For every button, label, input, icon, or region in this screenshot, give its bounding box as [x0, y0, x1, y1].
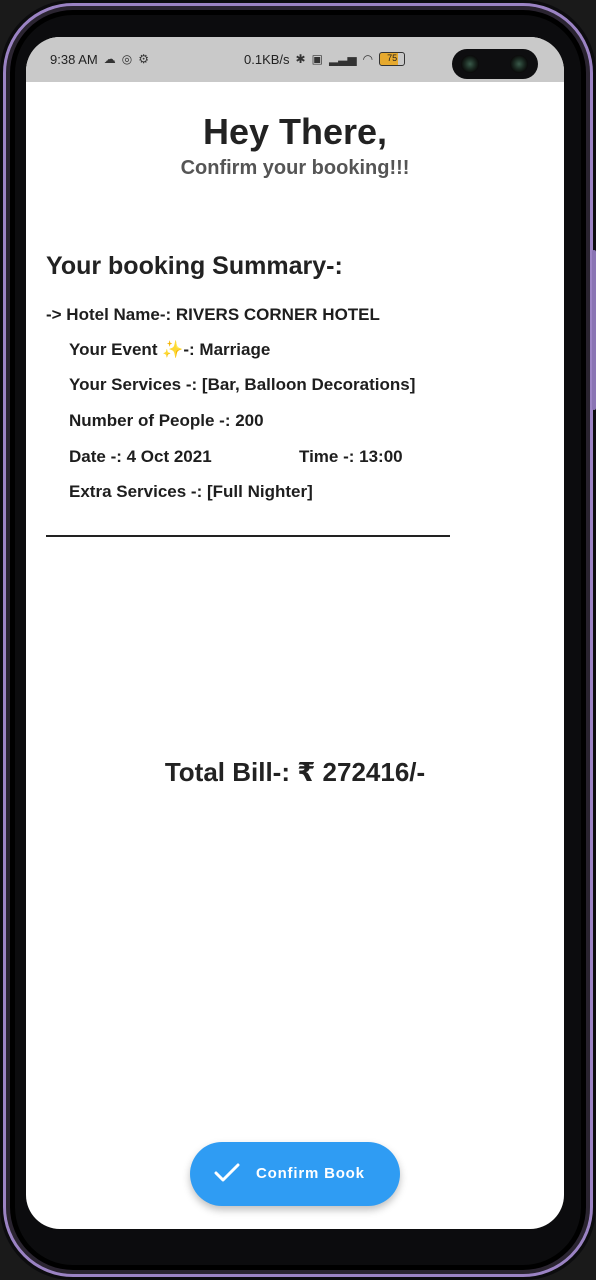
check-icon	[214, 1163, 240, 1182]
status-bar: 9:38 AM ☁ ◎ ⚙ 0.1KB/s ✱ ▣ ▂▃▅ ◠ 75	[26, 37, 564, 82]
notification-icon: ☁	[103, 52, 116, 66]
battery-icon: 75	[379, 52, 406, 66]
network-speed: 0.1KB/s	[244, 51, 290, 67]
time-row: Time -: 13:00	[299, 447, 403, 466]
volte-icon: ▣	[311, 52, 323, 66]
page-subtitle: Confirm your booking!!!	[180, 157, 410, 179]
hotel-name-row: -> Hotel Name-: RIVERS CORNER HOTEL	[46, 305, 380, 324]
phone-frame: 9:38 AM ☁ ◎ ⚙ 0.1KB/s ✱ ▣ ▂▃▅ ◠ 75 Hey T…	[0, 0, 596, 1280]
app-screen: 9:38 AM ☁ ◎ ⚙ 0.1KB/s ✱ ▣ ▂▃▅ ◠ 75 Hey T…	[26, 37, 564, 1229]
total-bill: Total Bill-: ₹ 272416/-	[164, 757, 426, 787]
date-row: Date -: 4 Oct 2021	[69, 447, 212, 466]
camera-cutout	[452, 49, 538, 79]
services-row: Your Services -: [Bar, Balloon Decoratio…	[69, 375, 416, 394]
status-right: 0.1KB/s ✱ ▣ ▂▃▅ ◠ 75	[244, 51, 406, 67]
status-time: 9:38 AM	[50, 51, 98, 67]
settings-icon: ⚙	[138, 52, 149, 66]
signal-icon: ▂▃▅	[328, 52, 357, 66]
people-row: Number of People -: 200	[69, 411, 264, 430]
confirm-book-label: Confirm Book	[256, 1165, 365, 1182]
camera-lens-icon	[510, 55, 528, 73]
camera-lens-icon	[461, 55, 479, 73]
sync-icon: ◎	[121, 52, 133, 66]
page-title: Hey There,	[202, 111, 388, 152]
status-left: 9:38 AM ☁ ◎ ⚙	[50, 51, 149, 67]
divider	[46, 535, 450, 537]
confirm-book-button[interactable]: Confirm Book	[190, 1142, 400, 1206]
wifi-icon: ◠	[362, 52, 374, 66]
summary-heading: Your booking Summary-:	[46, 252, 343, 280]
extra-services-row: Extra Services -: [Full Nighter]	[69, 482, 313, 501]
side-button	[592, 250, 596, 410]
event-row: Your Event ✨-: Marriage	[69, 340, 271, 359]
bluetooth-icon: ✱	[295, 52, 306, 66]
